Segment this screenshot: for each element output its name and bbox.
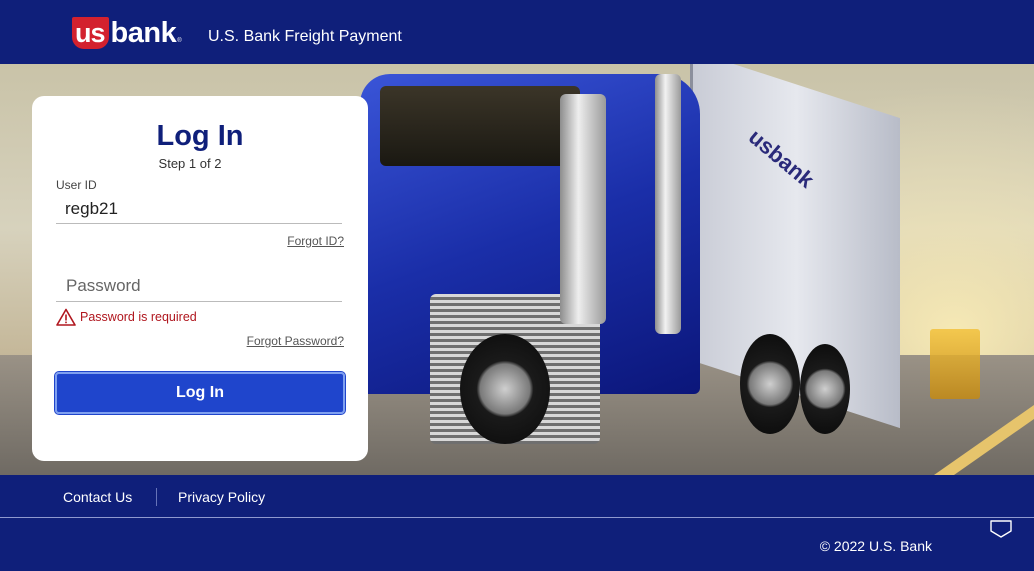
- logo-registered-mark: ®: [177, 38, 182, 44]
- userid-label: User ID: [56, 178, 97, 192]
- site-header: us bank ® U.S. Bank Freight Payment: [0, 0, 1034, 64]
- login-card: Log In Step 1 of 2 User ID Forgot ID? Pa…: [32, 96, 368, 461]
- hero-exhaust-stack-2: [655, 74, 681, 334]
- hero-exhaust-stack: [560, 94, 606, 324]
- footer-divider: [156, 488, 157, 506]
- hero-front-wheel: [460, 334, 550, 444]
- usbank-logo[interactable]: us bank ®: [72, 14, 182, 52]
- site-footer: Contact Us Privacy Policy © 2022 U.S. Ba…: [0, 475, 1034, 571]
- password-error-text: Password is required: [80, 310, 197, 324]
- hero-rear-wheel-2: [800, 344, 850, 434]
- warning-triangle-icon: [56, 308, 76, 326]
- hero-distant-truck: [930, 329, 980, 399]
- login-button[interactable]: Log In: [54, 371, 346, 415]
- login-title: Log In: [156, 120, 244, 152]
- forgot-id-link[interactable]: Forgot ID?: [287, 234, 344, 248]
- feedback-icon[interactable]: [990, 520, 1012, 538]
- app-title: U.S. Bank Freight Payment: [208, 28, 402, 45]
- contact-us-link[interactable]: Contact Us: [63, 489, 132, 505]
- privacy-policy-link[interactable]: Privacy Policy: [178, 489, 265, 505]
- forgot-password-link[interactable]: Forgot Password?: [247, 334, 344, 348]
- userid-input[interactable]: [56, 194, 342, 224]
- hero-windshield: [380, 86, 580, 166]
- hero-rear-wheel: [740, 334, 800, 434]
- login-step-indicator: Step 1 of 2: [158, 156, 222, 171]
- password-input[interactable]: [56, 270, 342, 302]
- password-error: Password is required: [56, 308, 197, 326]
- footer-rule: [0, 517, 1034, 518]
- logo-bank-text: bank: [110, 17, 177, 49]
- logo-us-shield: us: [72, 17, 109, 49]
- copyright-text: © 2022 U.S. Bank: [819, 538, 932, 554]
